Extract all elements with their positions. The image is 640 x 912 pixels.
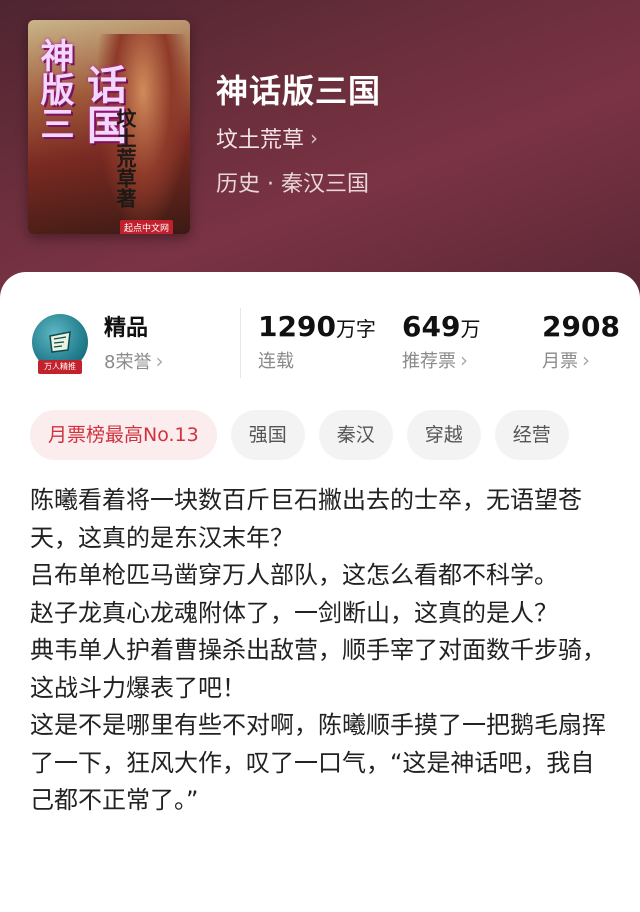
- monthly-votes-stat[interactable]: 2908 月票 ›: [542, 310, 620, 373]
- honor-label: 精品: [104, 316, 149, 341]
- stats-divider: [240, 308, 241, 378]
- genre-category[interactable]: 历史 · 秦汉三国: [216, 166, 369, 198]
- honor-badge[interactable]: 万人精推: [32, 314, 88, 376]
- monthly-votes-label: 月票: [542, 351, 578, 372]
- honor-column[interactable]: 精品 8荣誉 ›: [104, 310, 163, 374]
- book-description[interactable]: 陈曦看着将一块数百斤巨石撇出去的士卒，无语望苍天，这真的是东汉末年？ 吕布单枪匹…: [30, 482, 610, 820]
- chevron-right-icon: ›: [155, 349, 164, 373]
- detail-sheet: 万人精推 精品 8荣誉 › 1290万字 连载 649万 推荐票 › 2908: [0, 272, 640, 912]
- chevron-right-icon: ›: [582, 348, 590, 372]
- recommend-votes-number: 649: [402, 310, 461, 343]
- word-count-unit: 万字: [335, 317, 376, 341]
- honor-count: 8荣誉: [104, 352, 152, 373]
- publisher-logo: 起点中文网: [120, 220, 174, 234]
- book-title: 神话版三国: [216, 72, 382, 110]
- chevron-right-icon: ›: [310, 126, 319, 150]
- tag-item[interactable]: 经营: [494, 410, 569, 460]
- author-name: 坟土荒草: [216, 128, 305, 153]
- recommend-votes-unit: 万: [460, 317, 481, 341]
- book-cover[interactable]: 神版三 话国 坟土荒草著 起点中文网: [28, 20, 190, 234]
- tag-ranking[interactable]: 月票榜最高No.13: [30, 410, 217, 460]
- tag-item[interactable]: 秦汉: [318, 410, 393, 460]
- tag-item[interactable]: 强国: [230, 410, 305, 460]
- tag-item[interactable]: 穿越: [406, 410, 481, 460]
- word-count-number: 1290: [258, 310, 336, 343]
- badge-ribbon: 万人精推: [38, 360, 82, 374]
- word-count-stat: 1290万字 连载: [258, 310, 376, 373]
- recommend-votes-stat[interactable]: 649万 推荐票 ›: [402, 310, 480, 373]
- chevron-right-icon: ›: [460, 348, 468, 372]
- tag-list: 月票榜最高No.13 强国 秦汉 穿越 经营: [30, 410, 569, 460]
- cover-author-art: 坟土荒草著: [113, 108, 137, 208]
- stats-row: 万人精推 精品 8荣誉 › 1290万字 连载 649万 推荐票 › 2908: [0, 302, 640, 392]
- cover-title-art: 神版三: [34, 38, 74, 140]
- serial-status: 连载: [258, 351, 294, 372]
- recommend-votes-label: 推荐票: [402, 351, 456, 372]
- author-link[interactable]: 坟土荒草 ›: [216, 122, 318, 154]
- book-header: 神版三 话国 坟土荒草著 起点中文网 神话版三国 坟土荒草 › 历史 · 秦汉三…: [0, 0, 640, 300]
- monthly-votes-number: 2908: [542, 310, 620, 343]
